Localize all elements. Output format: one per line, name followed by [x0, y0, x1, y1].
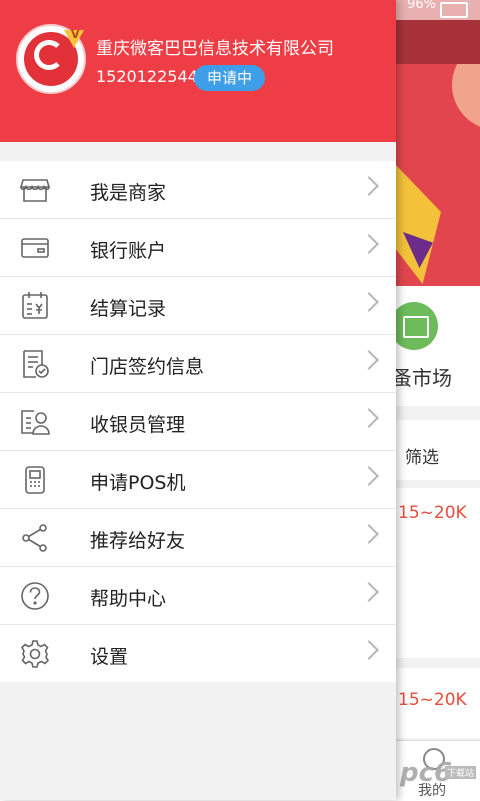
market-icon[interactable] — [390, 302, 438, 350]
menu-item-cashier-management[interactable]: 收银员管理 — [0, 393, 396, 451]
menu-label: 推荐给好友 — [90, 530, 186, 552]
menu-label: 银行账户 — [90, 240, 167, 262]
menu-item-recommend-friends[interactable]: 推荐给好友 — [0, 509, 396, 567]
navigation-drawer: V 重庆微客巴巴信息技术有限公司 1520122544 申请中 我是商家 银行账… — [0, 0, 396, 800]
menu-item-apply-pos[interactable]: 申请POS机 — [0, 451, 396, 509]
menu-label: 结算记录 — [90, 298, 167, 320]
chevron-right-icon — [359, 292, 379, 312]
settlement-calendar-icon — [20, 291, 50, 321]
apply-status-badge[interactable]: 申请中 — [194, 65, 266, 91]
chevron-right-icon — [359, 582, 379, 602]
menu-item-settings[interactable]: 设置 — [0, 625, 396, 682]
pos-machine-icon — [20, 465, 50, 495]
cashier-id-icon — [20, 407, 50, 437]
drawer-header: V 重庆微客巴巴信息技术有限公司 1520122544 申请中 — [0, 0, 396, 142]
chevron-right-icon — [359, 234, 379, 254]
chevron-right-icon — [359, 466, 379, 486]
store-icon — [20, 175, 50, 205]
menu-item-help-center[interactable]: 帮助中心 — [0, 567, 396, 625]
banner-glyph — [395, 164, 441, 284]
menu-item-settlement-records[interactable]: 结算记录 — [0, 277, 396, 335]
menu-label: 设置 — [90, 646, 129, 668]
menu-label: 收银员管理 — [90, 414, 186, 436]
filter-button[interactable]: 筛选 — [405, 443, 439, 468]
menu-label: 我是商家 — [90, 182, 167, 204]
menu-label: 申请POS机 — [90, 472, 186, 494]
chevron-right-icon — [359, 640, 379, 660]
help-icon — [20, 581, 50, 611]
watermark-subtext: 下载站 — [445, 766, 477, 779]
chevron-right-icon — [359, 176, 379, 196]
chevron-right-icon — [359, 350, 379, 370]
battery-percent: 96% — [407, 0, 436, 12]
vip-badge-label: V — [71, 28, 80, 41]
share-icon — [20, 523, 50, 553]
phone-number: 1520122544 — [96, 67, 198, 86]
chevron-right-icon — [359, 524, 379, 544]
menu-item-merchant[interactable]: 我是商家 — [0, 161, 396, 219]
banner-decoration — [452, 64, 480, 130]
dragon-logo-icon — [34, 40, 64, 70]
job-salary: 15~20K — [398, 503, 467, 523]
settings-gear-icon — [20, 639, 50, 669]
company-name: 重庆微客巴巴信息技术有限公司 — [96, 39, 334, 59]
menu-item-store-contract[interactable]: 门店签约信息 — [0, 335, 396, 393]
menu-item-bank-account[interactable]: 银行账户 — [0, 219, 396, 277]
menu-label: 门店签约信息 — [90, 356, 205, 378]
contract-document-icon — [20, 349, 50, 379]
bank-card-icon — [20, 233, 50, 263]
battery-icon — [440, 2, 468, 18]
menu-label: 帮助中心 — [90, 588, 167, 610]
market-label[interactable]: 蚤市场 — [392, 362, 452, 391]
job-salary: 15~20K — [398, 690, 467, 710]
chevron-right-icon — [359, 408, 379, 428]
drawer-menu: 我是商家 银行账户 结算记录 门店签约信息 收银员管理 申请POS机 推荐给好友… — [0, 161, 396, 682]
